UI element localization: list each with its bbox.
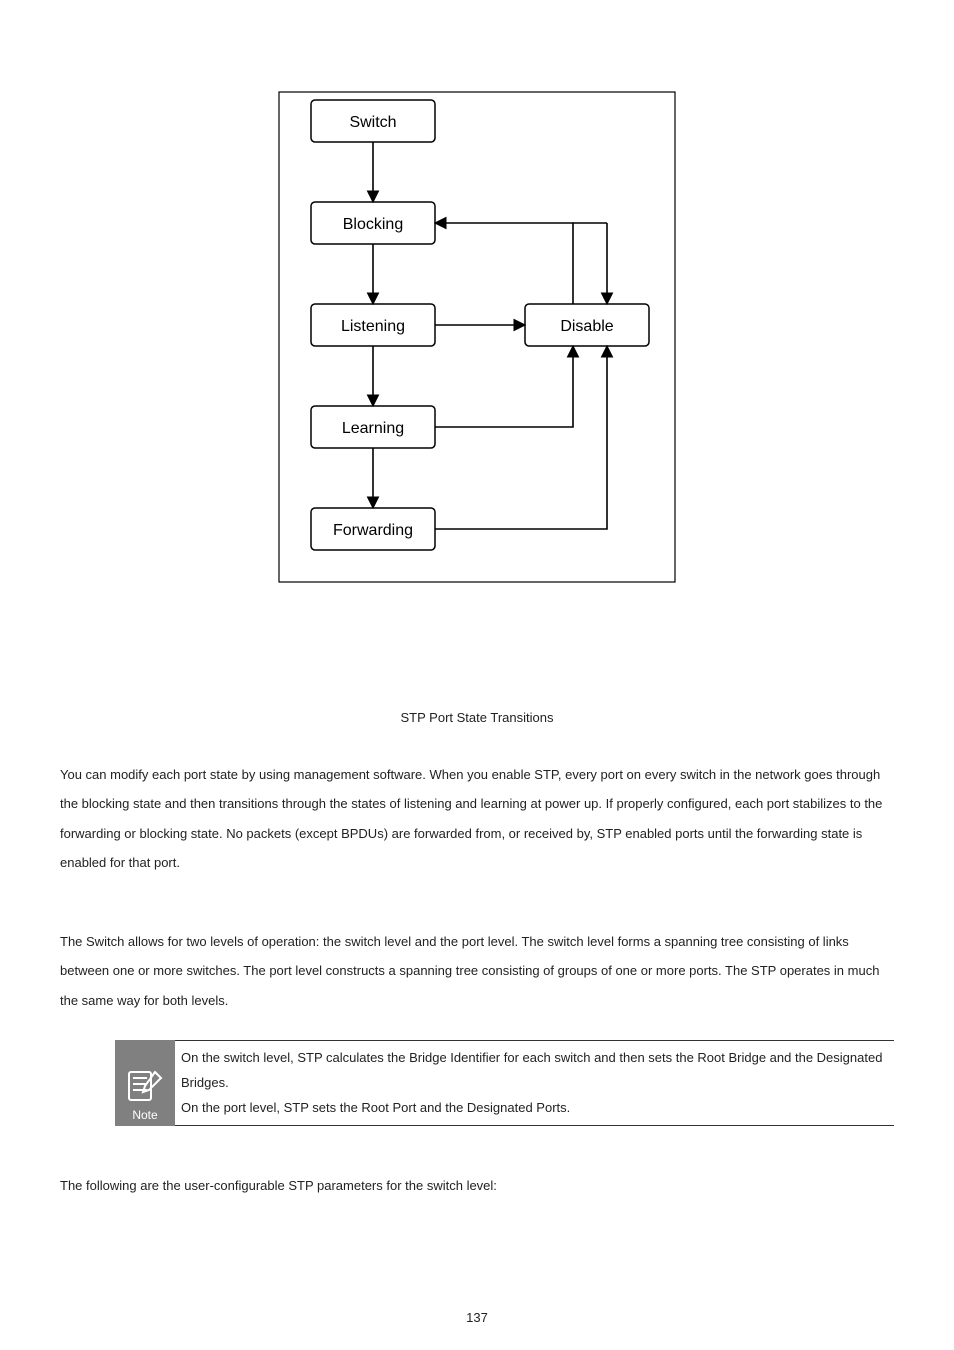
node-listening-label: Listening xyxy=(341,318,405,335)
page-number: 137 xyxy=(0,1310,954,1325)
node-disable-label: Disable xyxy=(560,318,613,335)
diagram-container: Switch Blocking Listening Learning Forwa… xyxy=(60,90,894,650)
note-line-2: On the port level, STP sets the Root Por… xyxy=(181,1100,570,1115)
diagram-svg: Switch Blocking Listening Learning Forwa… xyxy=(277,90,677,650)
note-line-1: On the switch level, STP calculates the … xyxy=(181,1050,882,1090)
note-label: Note xyxy=(132,1108,157,1122)
notebook-pencil-icon xyxy=(125,1066,165,1106)
node-forwarding-label: Forwarding xyxy=(333,522,413,539)
stp-state-diagram: Switch Blocking Listening Learning Forwa… xyxy=(277,90,677,650)
diagram-caption: STP Port State Transitions xyxy=(60,710,894,725)
paragraph-3: The following are the user-configurable … xyxy=(60,1171,894,1200)
paragraph-2: The Switch allows for two levels of oper… xyxy=(60,927,894,1015)
note-text: On the switch level, STP calculates the … xyxy=(175,1040,894,1126)
note-block: Note On the switch level, STP calculates… xyxy=(115,1040,894,1126)
node-blocking-label: Blocking xyxy=(343,216,403,233)
note-icon: Note xyxy=(115,1040,175,1126)
document-page: Switch Blocking Listening Learning Forwa… xyxy=(0,0,954,1350)
node-switch-label: Switch xyxy=(349,114,396,131)
node-learning-label: Learning xyxy=(342,420,404,437)
paragraph-1: You can modify each port state by using … xyxy=(60,760,894,877)
